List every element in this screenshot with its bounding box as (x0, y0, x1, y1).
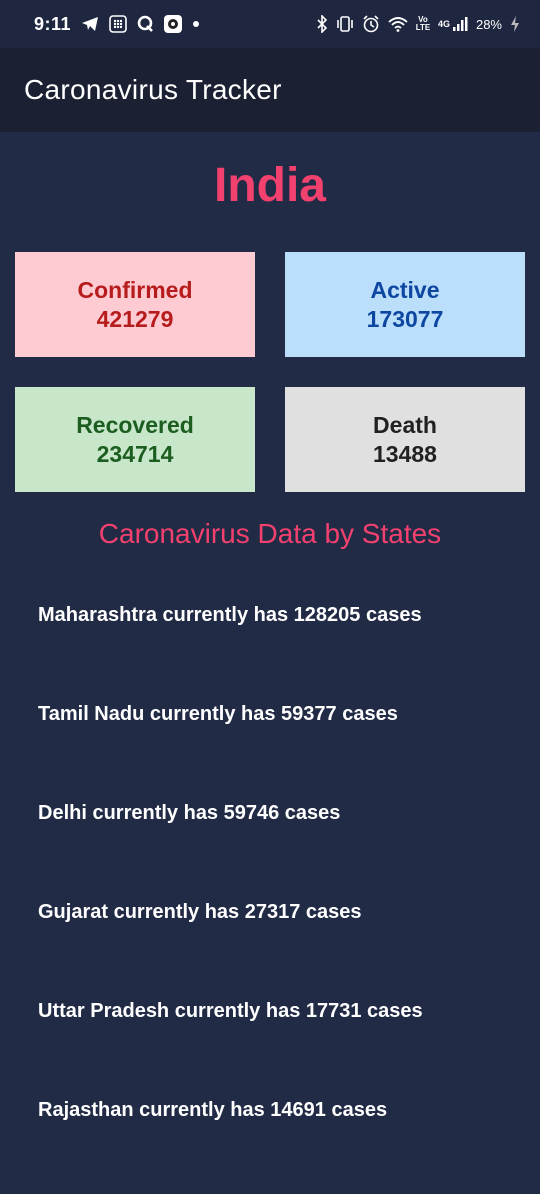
network-type-label: 4G (437, 19, 450, 29)
status-bar: 9:11 Vo LTE 4G 28% (0, 0, 540, 48)
death-card: Death 13488 (285, 387, 525, 492)
status-right-group: Vo LTE 4G 28% (316, 15, 520, 33)
status-left-group: 9:11 (34, 14, 200, 35)
battery-charging-icon (510, 15, 520, 33)
list-item[interactable]: Tamil Nadu currently has 59377 cases (38, 699, 518, 798)
recovered-value: 234714 (96, 440, 174, 467)
active-label: Active (370, 276, 440, 303)
recovered-label: Recovered (76, 411, 194, 438)
confirmed-card: Confirmed 421279 (15, 252, 255, 357)
volte-icon: Vo LTE (415, 15, 431, 32)
bluetooth-icon (316, 15, 328, 33)
death-value: 13488 (373, 440, 437, 467)
list-item[interactable]: Rajasthan currently has 14691 cases (38, 1095, 518, 1194)
list-item[interactable]: Delhi currently has 59746 cases (38, 798, 518, 897)
active-card: Active 173077 (285, 252, 525, 357)
vibrate-icon (336, 16, 354, 32)
alarm-icon (362, 15, 380, 33)
battery-percent: 28% (475, 16, 502, 32)
confirmed-value: 421279 (96, 305, 174, 332)
q-app-icon (137, 15, 154, 33)
recovered-card: Recovered 234714 (15, 387, 255, 492)
status-time: 9:11 (34, 13, 72, 34)
app-title: Caronavirus Tracker (24, 74, 282, 105)
list-item[interactable]: Uttar Pradesh currently has 17731 cases (38, 996, 518, 1095)
wifi-icon (388, 16, 408, 32)
state-list[interactable]: Maharashtra currently has 128205 cases T… (38, 600, 518, 1194)
active-value: 173077 (366, 305, 444, 332)
list-item[interactable]: Gujarat currently has 27317 cases (38, 897, 518, 996)
confirmed-label: Confirmed (77, 276, 193, 303)
list-item[interactable]: Maharashtra currently has 128205 cases (38, 600, 518, 699)
c-app-icon (164, 15, 183, 33)
country-title: India (213, 159, 326, 212)
dot-icon (192, 20, 200, 28)
app-bar: Caronavirus Tracker (0, 48, 540, 132)
telegram-icon (81, 16, 99, 32)
death-label: Death (373, 411, 437, 438)
signal-4g-icon: 4G (438, 16, 468, 32)
grid-app-icon (109, 15, 127, 33)
states-section-title: Caronavirus Data by States (98, 518, 442, 549)
